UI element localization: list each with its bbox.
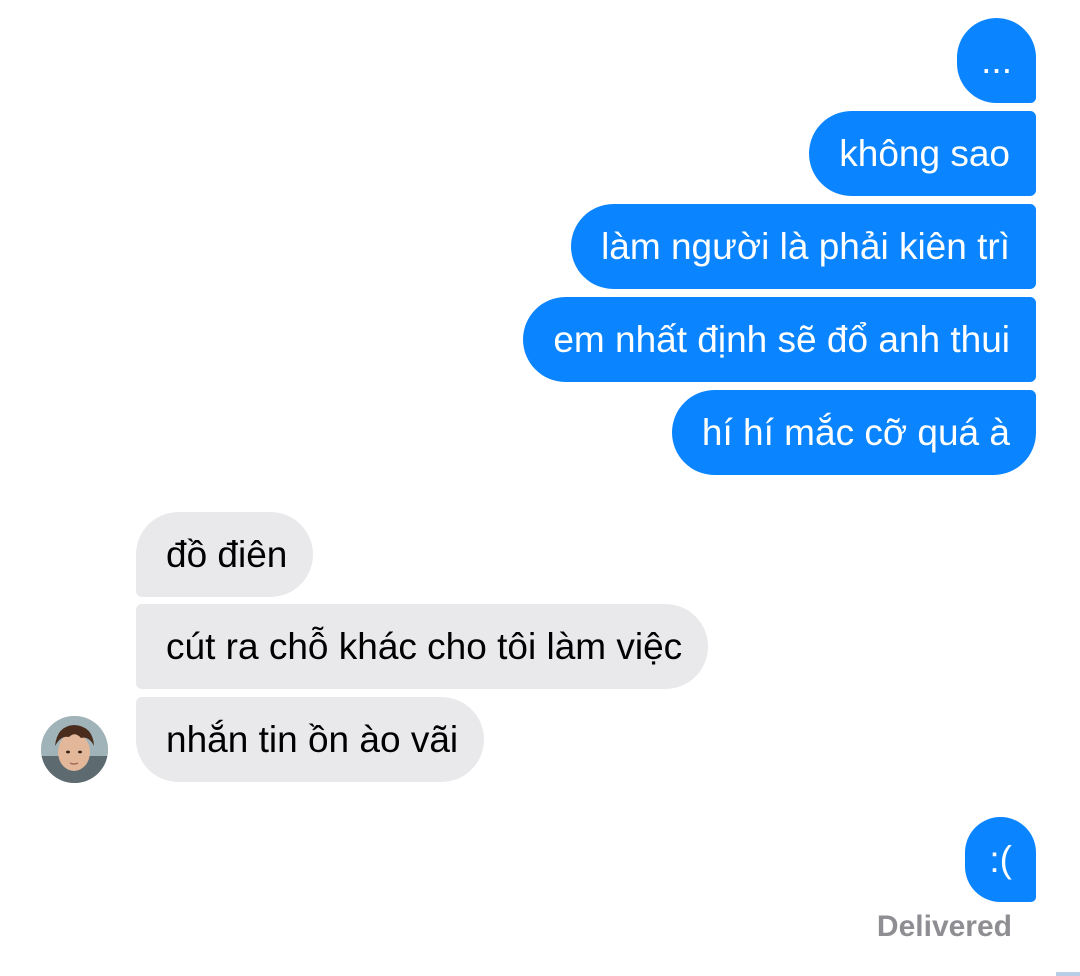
contact-avatar[interactable]: [41, 716, 108, 783]
outgoing-message[interactable]: không sao: [809, 111, 1036, 196]
outgoing-message[interactable]: ...: [957, 18, 1036, 103]
outgoing-message[interactable]: em nhất định sẽ đổ anh thui: [523, 297, 1036, 382]
outgoing-message[interactable]: hí hí mắc cỡ quá à: [671, 390, 1036, 475]
outgoing-message[interactable]: :(: [965, 817, 1036, 902]
outgoing-message[interactable]: làm người là phải kiên trì: [571, 204, 1036, 289]
message-thread: ... không sao làm người là phải kiên trì…: [0, 0, 1080, 976]
incoming-message[interactable]: nhắn tin ồn ào vãi: [136, 697, 485, 782]
incoming-message[interactable]: cút ra chỗ khác cho tôi làm việc: [136, 604, 709, 689]
incoming-message[interactable]: đồ điên: [136, 512, 314, 597]
delivered-status: Delivered: [876, 910, 1012, 943]
avatar-photo: [41, 716, 108, 783]
scroll-indicator: [1056, 972, 1080, 976]
